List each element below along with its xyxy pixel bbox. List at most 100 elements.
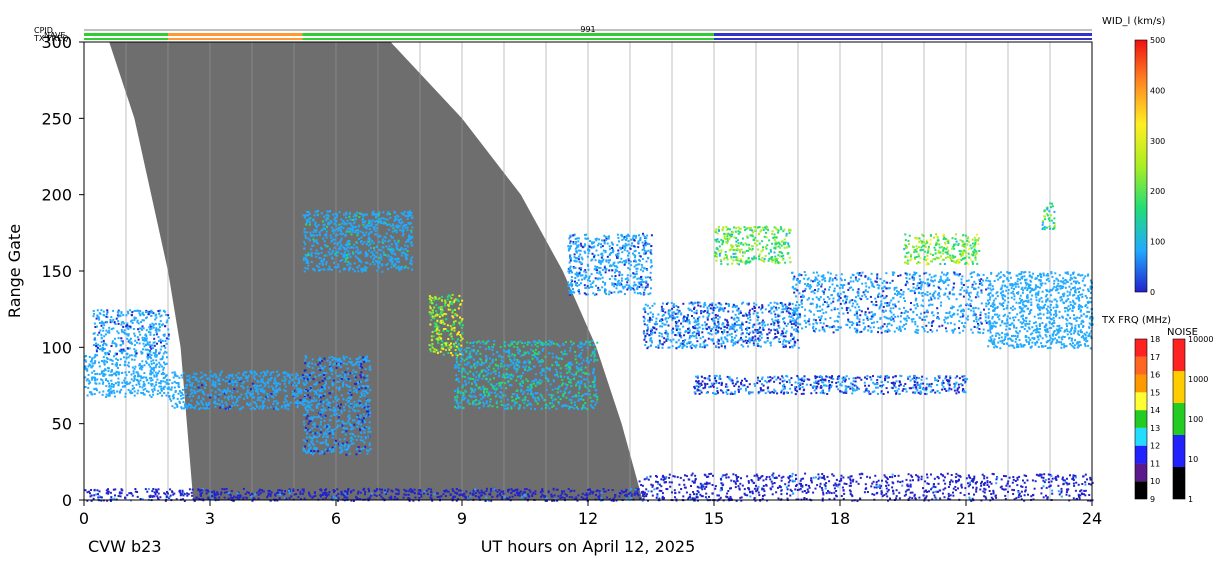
scatter-point [732,303,735,306]
scatter-point [180,397,183,400]
scatter-point [456,314,459,317]
scatter-point [153,333,156,336]
scatter-point [730,248,733,251]
scatter-point [748,309,751,312]
scatter-point [110,316,113,318]
scatter-point [148,394,151,397]
scatter-point [771,230,774,233]
scatter-point [166,356,168,359]
scatter-point [456,394,459,397]
scatter-point [156,342,158,345]
scatter-point [693,317,695,320]
scatter-point [769,342,772,344]
scatter-point [115,317,118,320]
scatter-point [914,375,916,378]
scatter-point [110,345,113,347]
scatter-point [113,337,116,340]
scatter-point [819,375,822,378]
scatter-point [91,357,94,360]
scatter-point [335,439,337,442]
scatter-point [468,347,471,350]
scatter-point [771,377,774,380]
scatter-point [527,386,529,389]
scatter-point [472,391,475,393]
scatter-point [669,309,672,312]
scatter-point [240,393,243,396]
scatter-point [541,397,544,399]
scatter-point [718,375,721,378]
scatter-point [723,307,726,310]
scatter-point [337,416,340,419]
scatter-point [344,403,347,406]
scatter-point [566,371,569,374]
scatter-point [739,227,742,230]
scatter-point [666,337,669,340]
scatter-point [161,324,163,327]
scatter-point [331,373,334,376]
scatter-point [303,359,306,362]
scatter-point [96,314,99,317]
scatter-point [140,365,143,368]
scatter-point [505,373,508,376]
scatter-point [667,346,670,349]
scatter-point [133,309,136,312]
scatter-point [274,377,276,380]
scatter-point [494,370,497,373]
scatter-point [905,322,908,325]
scatter-point [348,389,351,392]
scatter-point [738,312,740,315]
scatter-point [489,398,492,401]
chart-canvas: 0 3 6 9 12 15 18 21 24 050100150200250300 CPIDNA… [5,16,1213,556]
scatter-point [155,316,158,319]
scatter-point [368,444,371,447]
scatter-point [785,246,788,249]
scatter-point [592,371,594,374]
scatter-point [720,249,723,252]
scatter-point [768,310,771,313]
scatter-point [774,336,777,339]
scatter-point [849,326,851,329]
scatter-point [796,375,799,377]
scatter-point [479,363,482,366]
scatter-point [487,380,490,383]
scatter-point [201,384,204,387]
scatter-point [769,301,772,304]
scatter-point [136,392,139,395]
scatter-point [551,399,554,402]
scatter-point [503,341,506,343]
scatter-point [733,226,736,229]
scatter-point [527,359,530,362]
scatter-point [803,375,806,378]
scatter-point [270,385,273,388]
scatter-point [572,342,575,345]
scatter-point [950,388,953,391]
scatter-point [706,327,708,330]
scatter-point [328,377,331,380]
scatter-point [350,436,353,439]
scatter-point [578,381,580,384]
scatter-point [339,446,342,449]
scatter-point [522,393,525,395]
scatter-point [507,355,510,358]
scatter-point [278,373,281,376]
scatter-point [251,371,254,374]
scatter-point [335,404,338,407]
scatter-point [100,340,103,343]
scatter-point [145,337,148,340]
scatter-point [733,322,736,325]
scatter-point [158,361,161,364]
scatter-point [164,325,166,328]
scatter-point [178,386,181,388]
scatter-point [494,385,497,388]
scatter-point [674,312,677,315]
scatter-point [333,406,335,409]
scatter-point [503,364,506,367]
scatter-point [297,379,300,382]
scatter-point [805,383,808,386]
scatter-point [676,320,679,323]
scatter-point [334,428,337,431]
scatter-point [176,375,179,378]
scatter-point [488,394,491,397]
scatter-point [194,379,197,381]
scatter-point [777,261,780,263]
